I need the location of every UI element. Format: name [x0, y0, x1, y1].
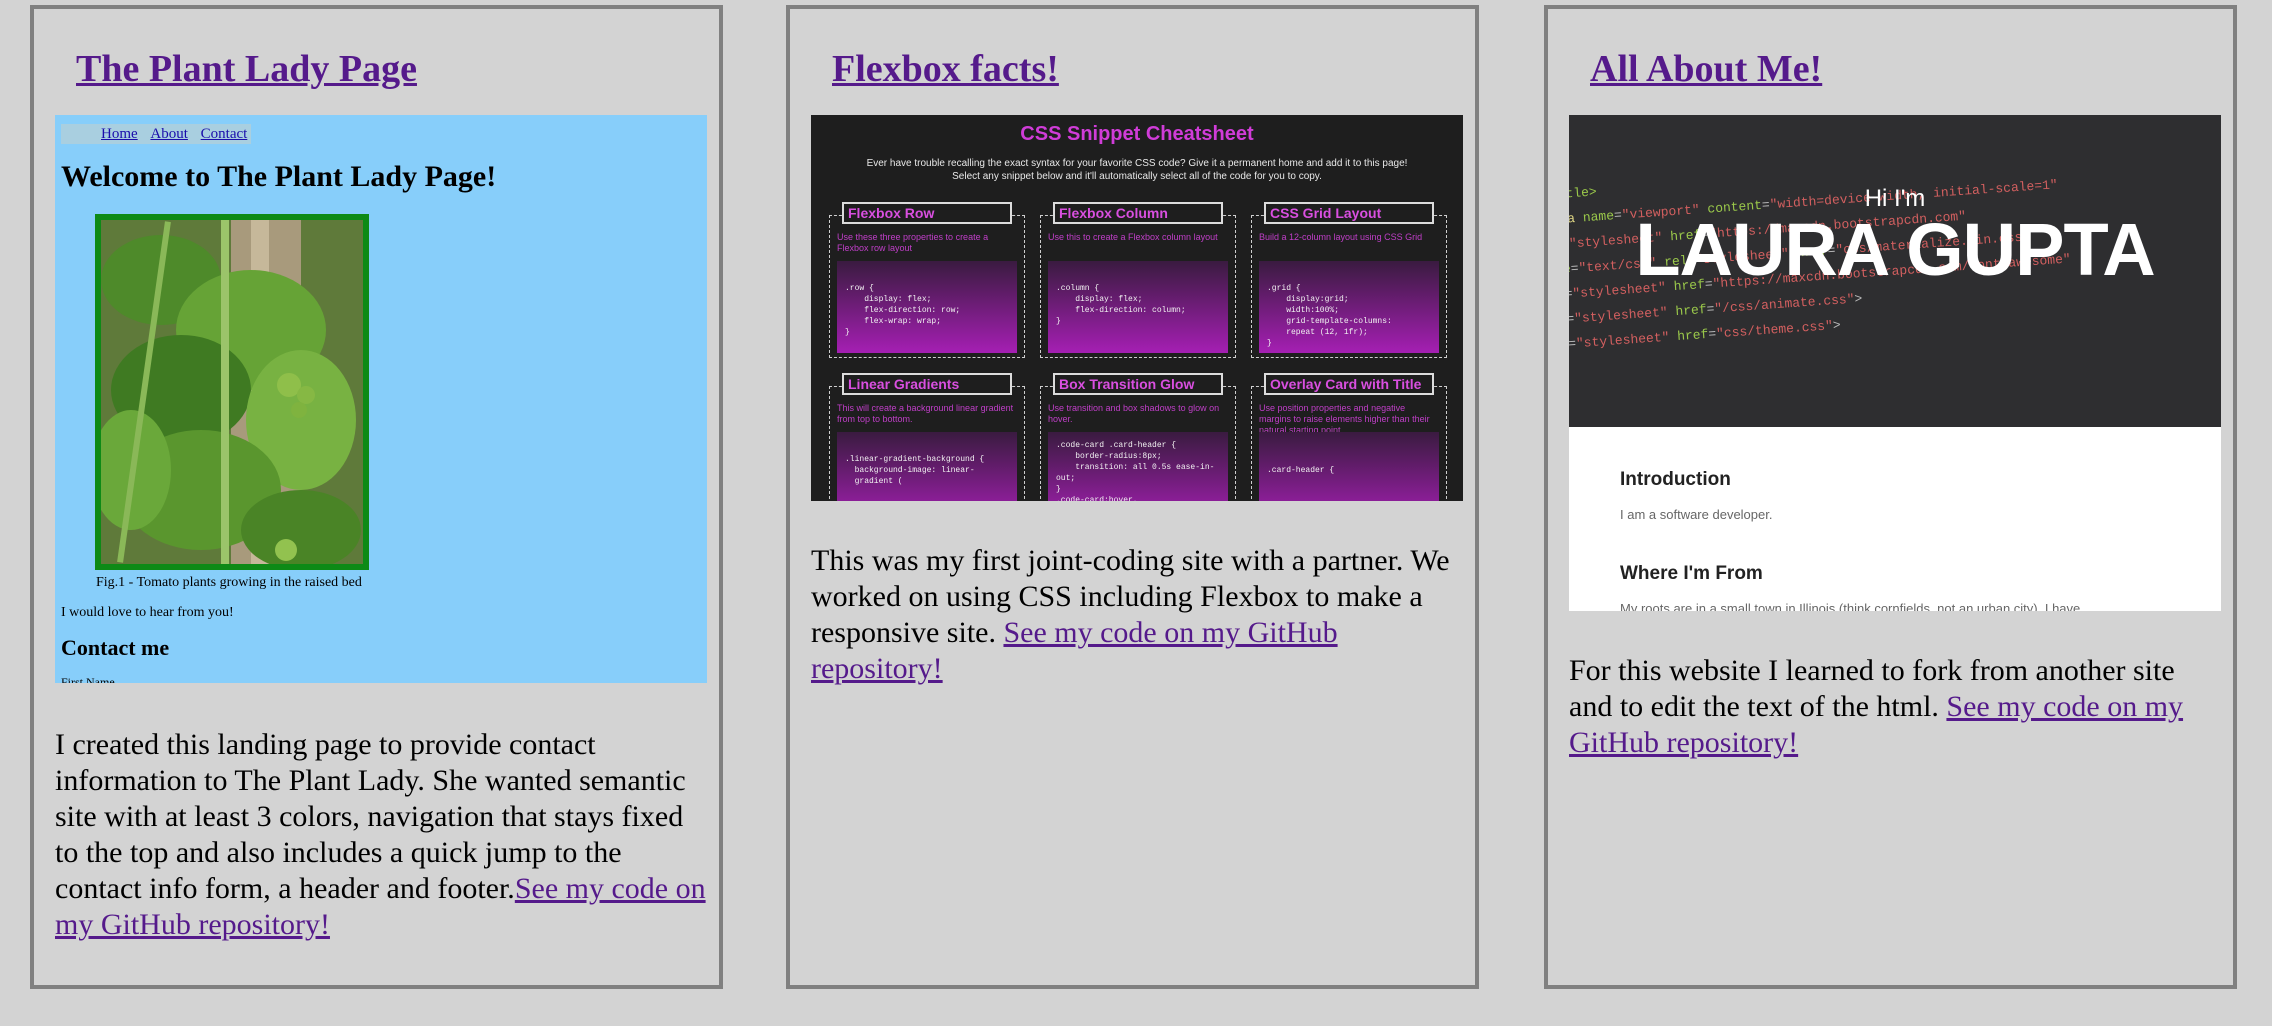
snippet-description: This will create a background linear gra… — [837, 403, 1014, 424]
snippet-code-block: .column { display: flex; flex-direction:… — [1048, 261, 1228, 353]
snippet-description: Use these three properties to create a F… — [837, 232, 989, 253]
nav-link-home: Home — [101, 126, 138, 142]
cheatsheet-intro: Ever have trouble recalling the exact sy… — [811, 157, 1463, 183]
snippet-card: Box Transition Glow Use transition and b… — [1040, 373, 1236, 501]
snippet-code: .code-card .card-header { border-radius:… — [1056, 441, 1215, 501]
snippet-description: Build a 12-column layout using CSS Grid — [1259, 232, 1423, 242]
snippet-description: Use transition and box shadows to glow o… — [1048, 403, 1220, 424]
nav-bar: Home About Contact — [61, 124, 251, 144]
figure-caption: Fig.1 - Tomato plants growing in the rai… — [96, 575, 362, 590]
snippet-description: Use this to create a Flexbox column layo… — [1048, 232, 1218, 242]
project-screenshot[interactable]: Home About Contact Welcome to The Plant … — [55, 115, 707, 683]
card-description: This was my first joint-coding site with… — [811, 543, 1466, 687]
snippet-card: Overlay Card with Title Use position pro… — [1251, 373, 1447, 501]
snippet-code-block: .linear-gradient-background { background… — [837, 432, 1017, 501]
snippet-label: Flexbox Column — [1053, 202, 1223, 224]
snippet-code: .linear-gradient-background { background… — [845, 455, 985, 486]
section-text: I am a software developer. — [1620, 507, 1773, 522]
cheatsheet-title: CSS Snippet Cheatsheet — [1020, 123, 1254, 145]
hero-name: LAURA GUPTA — [1635, 208, 2155, 291]
snippet-code-block: .code-card .card-header { border-radius:… — [1048, 432, 1228, 501]
snippet-label: Overlay Card with Title — [1264, 373, 1434, 395]
snippet-card: CSS Grid Layout Build a 12-column layout… — [1251, 202, 1447, 358]
card-description: I created this landing page to provide c… — [55, 727, 710, 943]
snippet-card: Flexbox Row Use these three properties t… — [829, 202, 1025, 358]
snippet-card: Flexbox Column Use this to create a Flex… — [1040, 202, 1236, 358]
card-title-link[interactable]: Flexbox facts! — [832, 47, 1059, 91]
project-screenshot[interactable]: </title> <meta name="viewport" content="… — [1569, 115, 2221, 611]
hero-banner: </title> <meta name="viewport" content="… — [1569, 115, 2221, 427]
page-heading: Welcome to The Plant Lady Page! — [61, 160, 497, 193]
card-description: For this website I learned to fork from … — [1569, 653, 2224, 761]
first-name-label: First Name — [61, 675, 115, 683]
snippet-card: Linear Gradients This will create a back… — [829, 373, 1025, 501]
snippet-label: CSS Grid Layout — [1264, 202, 1434, 224]
project-card-plant-lady: The Plant Lady Page Home About Contact W… — [30, 5, 723, 989]
snippet-code: .card-header { — [1267, 466, 1335, 475]
intro-line-2: Select any snippet below and it'll autom… — [952, 171, 1322, 182]
snippet-label: Box Transition Glow — [1053, 373, 1223, 395]
snippet-label: Flexbox Row — [842, 202, 1012, 224]
section-text: My roots are in a small town in Illinois… — [1620, 601, 2081, 611]
snippet-label: Linear Gradients — [842, 373, 1012, 395]
section-heading: Introduction — [1620, 469, 1731, 490]
snippet-code: .grid { display:grid; width:100%; grid-t… — [1267, 284, 1392, 348]
contact-heading: Contact me — [61, 635, 170, 660]
project-screenshot[interactable]: CSS Snippet Cheatsheet Ever have trouble… — [811, 115, 1463, 501]
intro-line-1: Ever have trouble recalling the exact sy… — [866, 158, 1408, 169]
nav-link-contact: Contact — [200, 126, 248, 142]
card-title-link[interactable]: The Plant Lady Page — [76, 47, 417, 91]
project-card-flexbox: Flexbox facts! CSS Snippet Cheatsheet Ev… — [786, 5, 1479, 989]
snippet-code-block: .card-header { — [1259, 432, 1439, 501]
tomato-plant-photo — [95, 214, 369, 570]
project-card-about-me: All About Me! </title> <meta name="viewp… — [1544, 5, 2237, 989]
snippet-code: .column { display: flex; flex-direction:… — [1056, 284, 1186, 326]
card-title-link[interactable]: All About Me! — [1590, 47, 1822, 91]
nav-link-about: About — [150, 126, 188, 142]
snippet-code-block: .grid { display:grid; width:100%; grid-t… — [1259, 261, 1439, 353]
snippet-code: .row { display: flex; flex-direction: ro… — [845, 284, 961, 337]
snippet-code-block: .row { display: flex; flex-direction: ro… — [837, 261, 1017, 353]
contact-intro-text: I would love to hear from you! — [61, 605, 234, 620]
section-heading: Where I'm From — [1620, 563, 1763, 584]
